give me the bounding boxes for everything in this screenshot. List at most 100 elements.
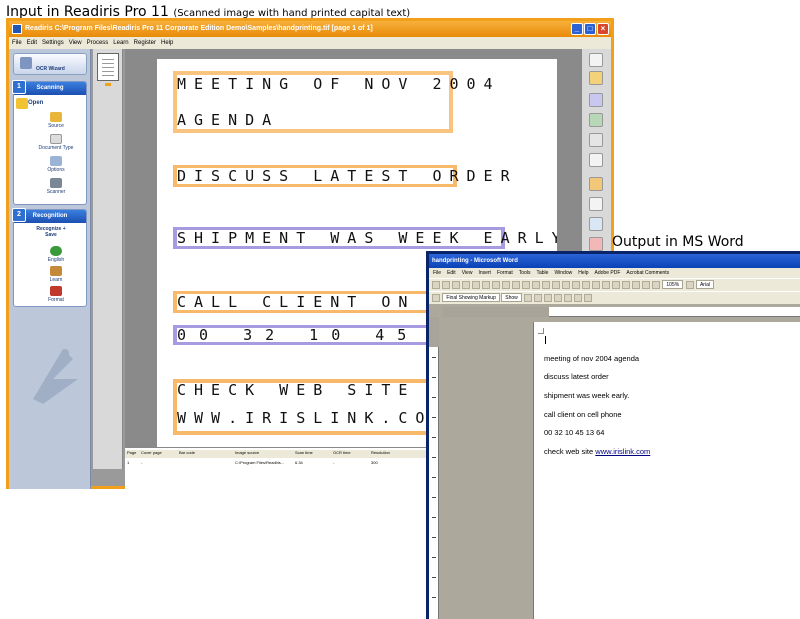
open-button[interactable]: Open bbox=[28, 100, 43, 106]
merge-icon[interactable] bbox=[589, 197, 603, 211]
word-menu-table[interactable]: Table bbox=[536, 268, 548, 278]
maximize-icon[interactable]: □ bbox=[584, 23, 596, 35]
horizontal-ruler[interactable] bbox=[443, 307, 800, 317]
font-select[interactable]: Arial bbox=[695, 280, 714, 290]
menu-register[interactable]: Register bbox=[134, 37, 156, 49]
spelling-icon[interactable] bbox=[502, 280, 510, 289]
print-icon[interactable] bbox=[482, 280, 490, 289]
minimize-icon[interactable]: _ bbox=[571, 23, 583, 35]
source-button[interactable]: Source bbox=[36, 112, 76, 129]
word-menu-adobe-pdf[interactable]: Adobe PDF bbox=[595, 268, 621, 278]
preview-icon[interactable] bbox=[492, 280, 500, 289]
reject-change-icon[interactable] bbox=[554, 293, 563, 302]
columns-icon[interactable] bbox=[622, 280, 630, 289]
barcode-icon[interactable] bbox=[589, 133, 603, 147]
email-icon[interactable] bbox=[472, 280, 480, 289]
excel-icon[interactable] bbox=[612, 280, 620, 289]
previous-change-icon[interactable] bbox=[524, 293, 533, 302]
show-menu[interactable]: Show bbox=[501, 293, 522, 303]
options-icon bbox=[50, 156, 62, 166]
order-icon[interactable] bbox=[589, 177, 603, 191]
readiris-titlebar[interactable]: Readiris C:\Program Files\Readiris Pro 1… bbox=[9, 21, 611, 37]
auto-zone-icon[interactable] bbox=[589, 153, 603, 167]
menu-process[interactable]: Process bbox=[87, 37, 109, 49]
ocr-wizard-button[interactable]: OCR Wizard bbox=[13, 53, 87, 75]
word-menu-format[interactable]: Format bbox=[497, 268, 513, 278]
next-change-icon[interactable] bbox=[534, 293, 543, 302]
open-icon[interactable] bbox=[442, 280, 450, 289]
paste-icon[interactable] bbox=[542, 280, 550, 289]
menu-settings[interactable]: Settings bbox=[42, 37, 64, 49]
word-menu-acrobat-comments[interactable]: Acrobat Comments bbox=[626, 268, 669, 278]
cell-cover-page: - bbox=[141, 460, 143, 465]
format-button[interactable]: Format bbox=[36, 286, 76, 303]
undo-icon[interactable] bbox=[562, 280, 570, 289]
word-menu-window[interactable]: Window bbox=[554, 268, 572, 278]
menu-learn[interactable]: Learn bbox=[113, 37, 128, 49]
hyperlink-icon[interactable] bbox=[582, 280, 590, 289]
web-line-text: check web site bbox=[544, 447, 596, 456]
menu-help[interactable]: Help bbox=[161, 37, 173, 49]
pointer-icon[interactable] bbox=[589, 53, 603, 67]
text-zone-icon[interactable] bbox=[589, 71, 603, 85]
scanned-line: MEETING OF NOV 2004 bbox=[177, 75, 501, 93]
cut-icon[interactable] bbox=[522, 280, 530, 289]
word-menu-file[interactable]: File bbox=[433, 268, 441, 278]
word-title: handprinting - Microsoft Word bbox=[432, 258, 518, 264]
close-icon[interactable]: × bbox=[597, 23, 609, 35]
permission-icon[interactable] bbox=[462, 280, 470, 289]
learn-button[interactable]: Learn bbox=[36, 266, 76, 283]
delete-zone-icon[interactable] bbox=[589, 237, 603, 251]
format-painter-icon[interactable] bbox=[552, 280, 560, 289]
split-icon[interactable] bbox=[589, 217, 603, 231]
scanned-line: CHECK WEB SITE bbox=[177, 381, 416, 399]
word-menu-insert[interactable]: Insert bbox=[478, 268, 491, 278]
word-menu-edit[interactable]: Edit bbox=[447, 268, 456, 278]
cell-page: 1 bbox=[127, 460, 130, 465]
learn-icon bbox=[50, 266, 62, 276]
scanner-button[interactable]: Scanner bbox=[36, 178, 76, 195]
track-changes-icon[interactable] bbox=[574, 293, 583, 302]
help-icon[interactable] bbox=[685, 280, 694, 289]
language-button[interactable]: English bbox=[36, 246, 76, 263]
markup-select[interactable]: Final Showing Markup bbox=[442, 293, 500, 303]
word-menu-view[interactable]: View bbox=[462, 268, 473, 278]
globe-icon bbox=[50, 246, 62, 256]
col-page: Page bbox=[127, 450, 137, 455]
display-icon[interactable] bbox=[432, 293, 440, 302]
insert-table-icon[interactable] bbox=[602, 280, 610, 289]
image-zone-icon[interactable] bbox=[589, 93, 603, 107]
source-icon bbox=[50, 112, 62, 122]
col-image-source: Image source bbox=[235, 450, 260, 455]
drawing-icon[interactable] bbox=[632, 280, 640, 289]
tables-icon[interactable] bbox=[592, 280, 600, 289]
table-zone-icon[interactable] bbox=[589, 113, 603, 127]
new-comment-icon[interactable] bbox=[564, 293, 573, 302]
accept-change-icon[interactable] bbox=[544, 293, 553, 302]
save-icon[interactable] bbox=[452, 280, 460, 289]
recognize-save-button[interactable]: Recognize + Save bbox=[30, 226, 72, 238]
cell-ocr-time: - bbox=[333, 460, 335, 465]
copy-icon[interactable] bbox=[532, 280, 540, 289]
vertical-ruler[interactable] bbox=[429, 317, 439, 619]
website-link[interactable]: www.irislink.com bbox=[595, 447, 650, 456]
page-thumbnail[interactable] bbox=[97, 53, 119, 81]
word-titlebar[interactable]: handprinting - Microsoft Word bbox=[429, 254, 800, 268]
menu-file[interactable]: File bbox=[12, 37, 22, 49]
options-button[interactable]: Options bbox=[36, 156, 76, 173]
word-menu-tools[interactable]: Tools bbox=[519, 268, 531, 278]
research-icon[interactable] bbox=[512, 280, 520, 289]
pilcrow-icon[interactable] bbox=[652, 280, 660, 289]
word-document-page[interactable]: meeting of nov 2004 agenda discuss lates… bbox=[533, 322, 800, 619]
word-window: handprinting - Microsoft Word File Edit … bbox=[426, 251, 800, 619]
reviewing-pane-icon[interactable] bbox=[584, 293, 593, 302]
document-type-button[interactable]: Document Type bbox=[36, 134, 76, 151]
new-icon[interactable] bbox=[432, 280, 440, 289]
redo-icon[interactable] bbox=[572, 280, 580, 289]
word-menu-help[interactable]: Help bbox=[578, 268, 588, 278]
zoom-select[interactable]: 105% bbox=[662, 280, 684, 290]
scanning-section: 1 Scanning Open Source Document Type Opt… bbox=[12, 80, 87, 205]
menu-edit[interactable]: Edit bbox=[27, 37, 37, 49]
docmap-icon[interactable] bbox=[642, 280, 650, 289]
menu-view[interactable]: View bbox=[69, 37, 82, 49]
